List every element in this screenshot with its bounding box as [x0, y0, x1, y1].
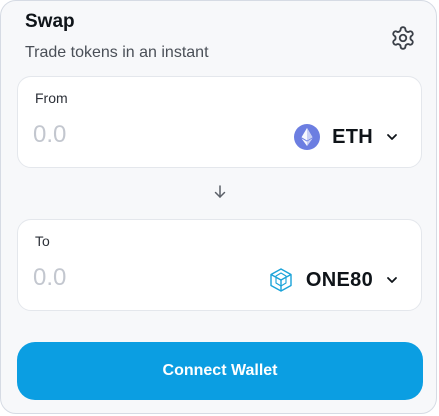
- chevron-down-icon: [387, 134, 397, 140]
- page-subtitle: Trade tokens in an instant: [25, 44, 209, 61]
- connect-wallet-button[interactable]: Connect Wallet: [17, 342, 423, 400]
- chevron-down-icon: [387, 277, 397, 283]
- to-panel: To ONE80: [17, 219, 422, 311]
- to-token-selector[interactable]: ONE80: [268, 264, 399, 296]
- page-title: Swap: [25, 11, 75, 32]
- from-token-selector[interactable]: ETH: [294, 121, 399, 153]
- from-panel: From ETH: [17, 76, 422, 168]
- to-token-symbol: ONE80: [305, 268, 373, 291]
- to-amount-input[interactable]: [33, 264, 223, 292]
- to-label: To: [35, 233, 50, 249]
- arrow-down-icon[interactable]: [213, 184, 227, 200]
- swap-card: Swap Trade tokens in an instant From ETH: [0, 0, 437, 414]
- from-token-symbol: ETH: [332, 125, 373, 148]
- one80-cube-icon: [268, 267, 294, 293]
- from-amount-input[interactable]: [33, 121, 223, 149]
- gear-icon[interactable]: [390, 25, 416, 51]
- ethereum-icon: [294, 124, 321, 150]
- from-label: From: [35, 90, 68, 106]
